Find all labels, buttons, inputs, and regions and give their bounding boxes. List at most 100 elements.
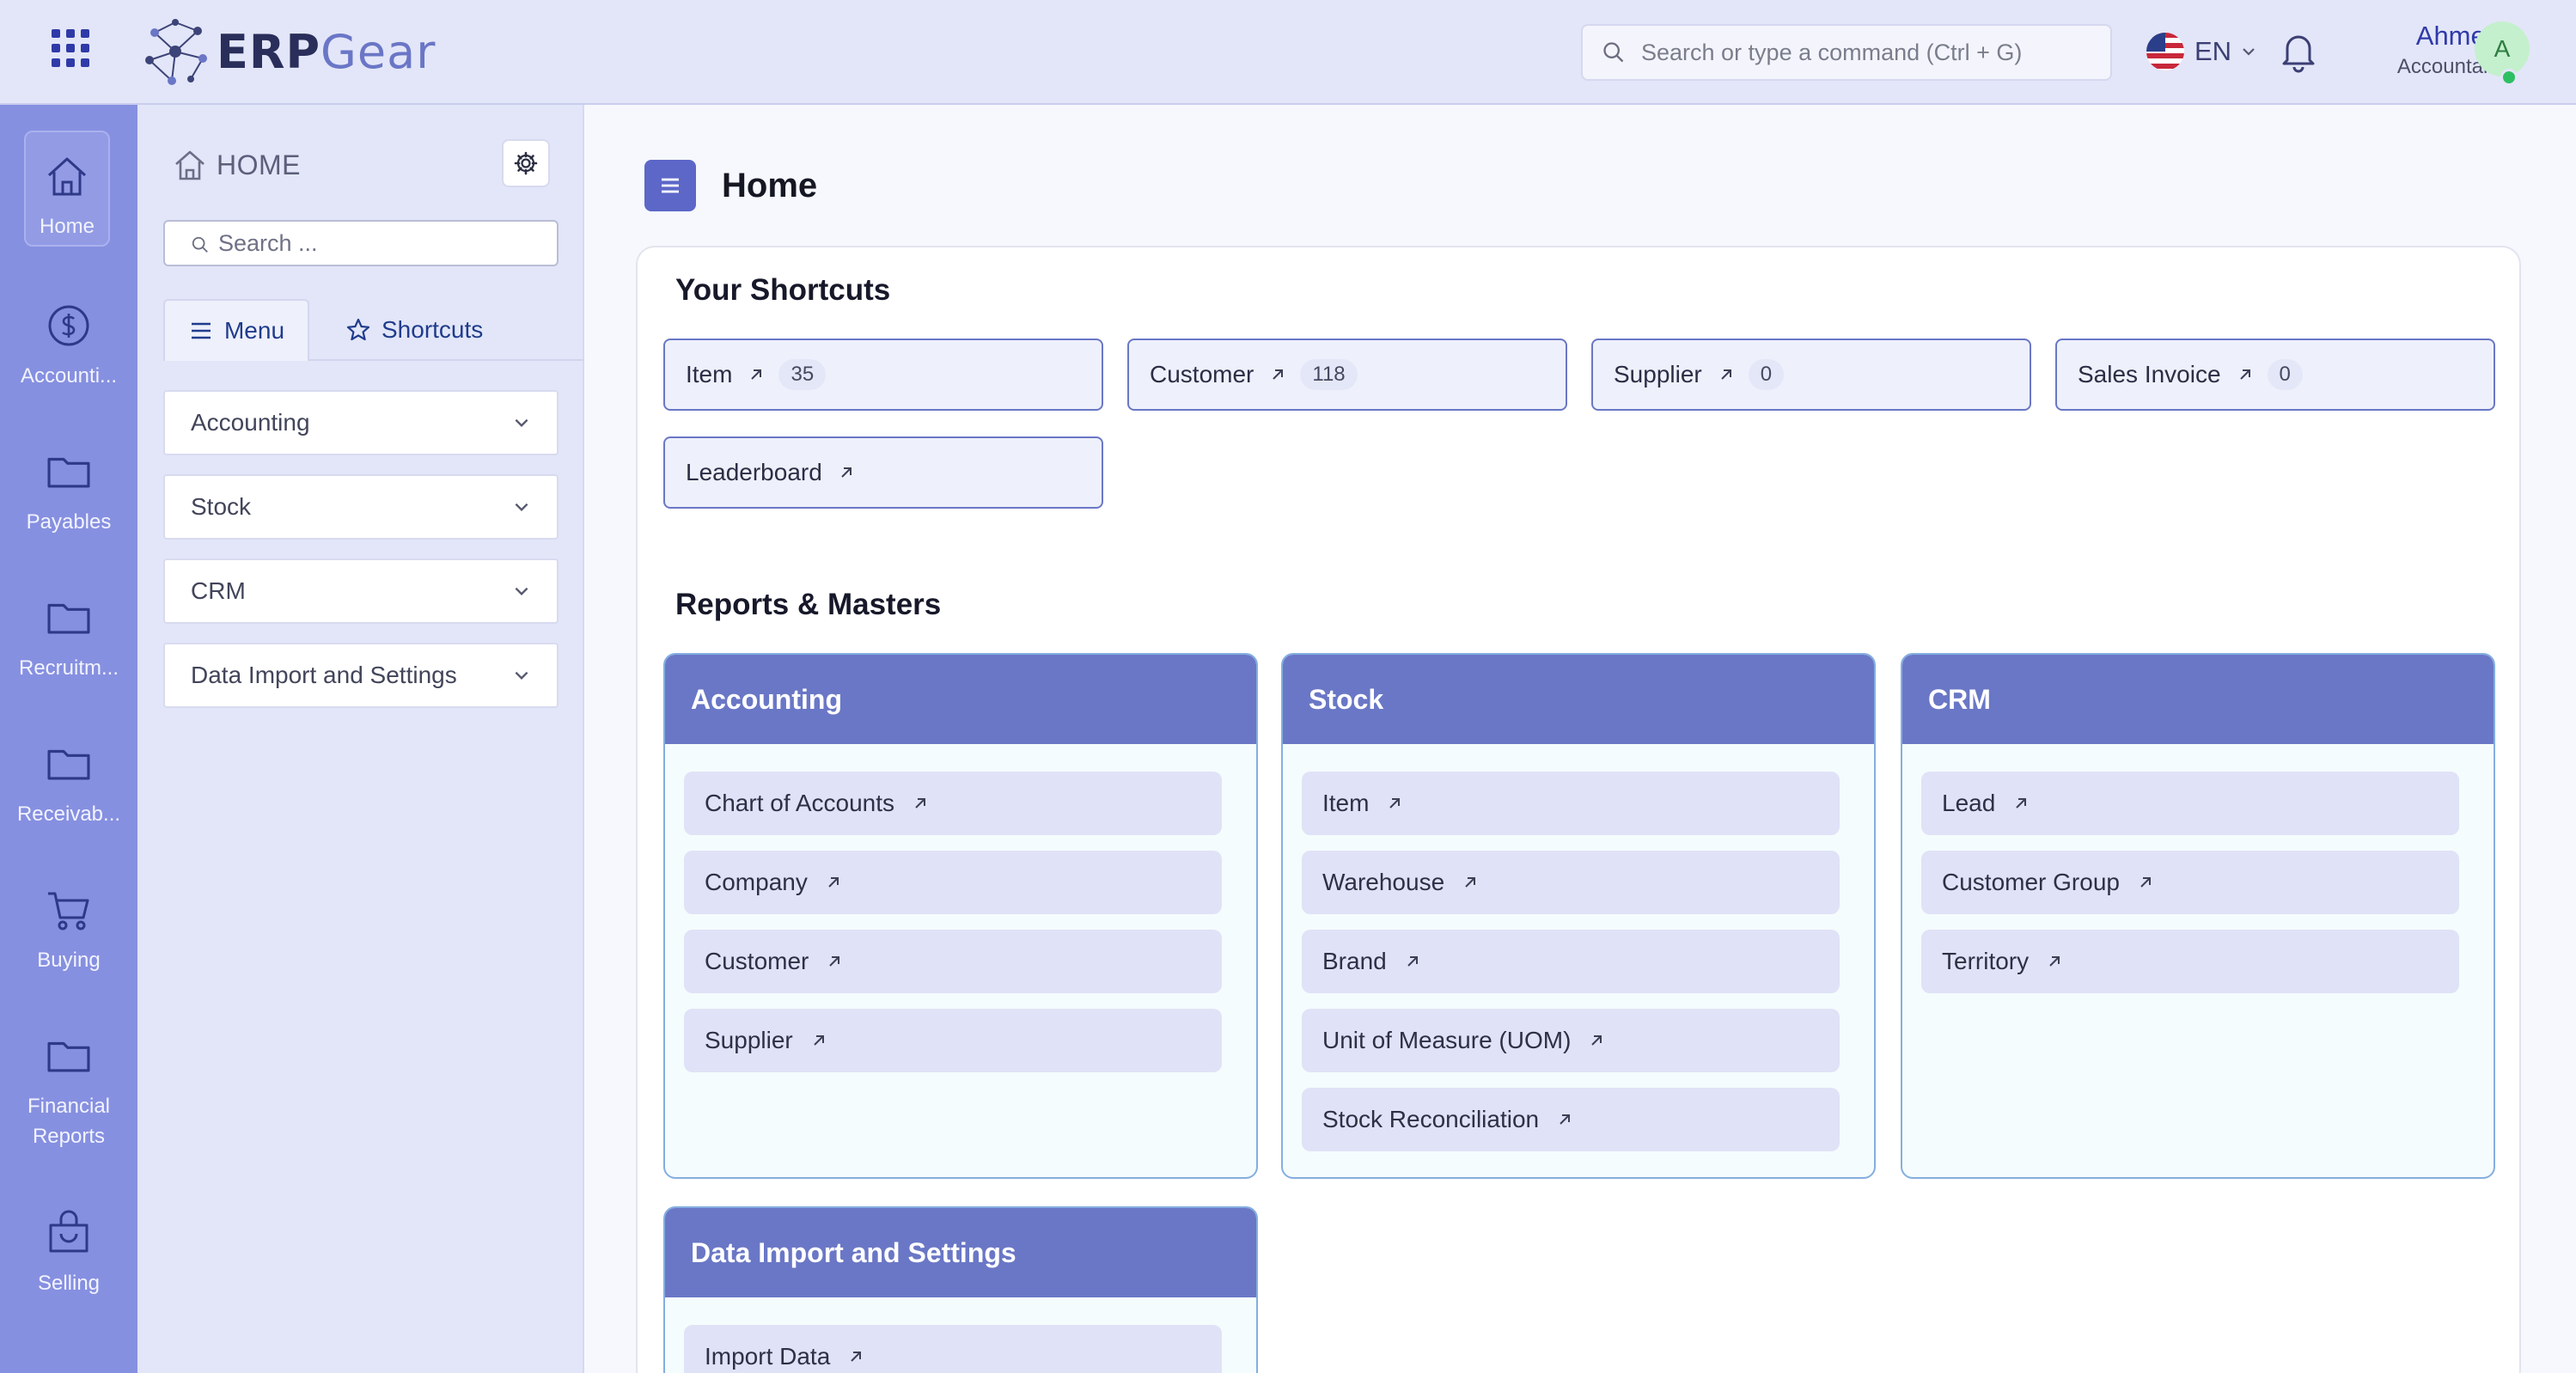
rail-item-buying[interactable]: Buying <box>0 885 137 975</box>
link-label: Territory <box>1942 948 2030 974</box>
rail-item-financial-reports[interactable]: Financial Reports <box>0 1031 137 1151</box>
link-stock-reconciliation[interactable]: Stock Reconciliation <box>1302 1088 1840 1151</box>
chevron-down-icon <box>512 497 531 516</box>
external-arrow-icon <box>2237 366 2254 383</box>
group-title: Stock <box>1283 655 1874 744</box>
reports-title: Reports & Masters <box>675 588 942 621</box>
cart-icon <box>48 892 89 931</box>
group-title: Accounting <box>665 655 1256 744</box>
language-code: EN <box>2194 36 2232 66</box>
link-item[interactable]: Item <box>1302 772 1840 835</box>
shortcut-label: Item <box>686 361 733 387</box>
chevron-down-icon <box>512 582 531 601</box>
rail-item-receivables[interactable]: Receivab... <box>0 739 137 829</box>
link-label: Customer <box>705 948 809 974</box>
link-lead[interactable]: Lead <box>1921 772 2459 835</box>
rail-item-selling[interactable]: Selling <box>0 1208 137 1298</box>
rail-item-label: Buying <box>37 949 101 972</box>
hamburger-icon <box>191 322 211 339</box>
link-import-data[interactable]: Import Data <box>684 1325 1222 1373</box>
side-panel: HOME Menu Shortcuts Accounting Stock <box>137 105 584 1373</box>
shortcut-count: 0 <box>1748 359 1785 390</box>
shortcut-label: Sales Invoice <box>2078 361 2221 387</box>
shortcuts-title: Your Shortcuts <box>675 273 891 307</box>
top-bar: ERPGear EN Ahmed Accountant A <box>0 0 2576 105</box>
external-arrow-icon <box>826 953 843 970</box>
link-warehouse[interactable]: Warehouse <box>1302 851 1840 914</box>
link-label: Chart of Accounts <box>705 790 895 816</box>
panel-search-input[interactable] <box>218 229 545 257</box>
shortcut-label: Customer <box>1150 361 1254 387</box>
home-icon <box>175 150 204 180</box>
rail-item-label: Selling <box>37 1272 101 1295</box>
toggle-sidebar-button[interactable] <box>644 160 696 211</box>
page-title: Home <box>722 166 818 204</box>
external-arrow-icon <box>1556 1111 1573 1128</box>
tab-menu[interactable]: Menu <box>163 299 309 361</box>
shortcut-sales-invoice[interactable]: Sales Invoice 0 <box>2055 339 2495 411</box>
accordion-label: Accounting <box>191 409 310 436</box>
external-arrow-icon <box>1462 874 1479 891</box>
star-icon <box>346 318 370 341</box>
rail-item-accounting[interactable]: Accounti... <box>0 301 137 391</box>
panel-settings-button[interactable] <box>502 139 550 187</box>
tab-shortcuts-label: Shortcuts <box>382 316 484 343</box>
logo-text-primary: ERP <box>217 24 321 79</box>
external-arrow-icon <box>1404 953 1421 970</box>
accordion-accounting[interactable]: Accounting <box>163 390 559 455</box>
global-search-input[interactable] <box>1641 39 2105 66</box>
accordion-stock[interactable]: Stock <box>163 474 559 540</box>
link-company[interactable]: Company <box>684 851 1222 914</box>
app-logo[interactable]: ERPGear <box>137 15 436 88</box>
page-header: Home <box>644 160 817 211</box>
rail-item-label: Recruitm... <box>18 656 119 680</box>
apps-grid-icon[interactable] <box>52 29 89 67</box>
shortcut-leaderboard[interactable]: Leaderboard <box>663 436 1103 509</box>
logo-text-secondary: Gear <box>320 24 436 79</box>
rail-item-label: Receivab... <box>16 802 121 826</box>
home-card: Your Shortcuts Item 35 Customer 118 Supp… <box>636 246 2521 1373</box>
shortcut-count: 35 <box>778 359 827 390</box>
link-brand[interactable]: Brand <box>1302 930 1840 993</box>
external-arrow-icon <box>825 874 842 891</box>
external-arrow-icon <box>847 1348 864 1365</box>
link-customer[interactable]: Customer <box>684 930 1222 993</box>
chevron-down-icon <box>512 413 531 432</box>
group-stock: Stock Item Warehouse Brand Unit of Measu… <box>1281 653 1876 1179</box>
link-supplier[interactable]: Supplier <box>684 1009 1222 1072</box>
group-data-import-settings: Data Import and Settings Import Data <box>663 1206 1258 1373</box>
rail-item-payables[interactable]: Payables <box>0 447 137 537</box>
shortcut-item[interactable]: Item 35 <box>663 339 1103 411</box>
accordion-label: Stock <box>191 493 252 520</box>
avatar[interactable]: A <box>2475 21 2530 76</box>
hamburger-icon <box>662 178 679 193</box>
accordion-crm[interactable]: CRM <box>163 558 559 624</box>
shortcut-label: Supplier <box>1614 361 1702 387</box>
accordion-data-import-settings[interactable]: Data Import and Settings <box>163 643 559 708</box>
notification-bell-icon[interactable] <box>2277 27 2320 74</box>
shortcut-label: Leaderboard <box>686 459 822 485</box>
shortcut-supplier[interactable]: Supplier 0 <box>1591 339 2031 411</box>
link-customer-group[interactable]: Customer Group <box>1921 851 2459 914</box>
group-title: CRM <box>1902 655 2494 744</box>
global-search[interactable] <box>1581 24 2112 81</box>
link-label: Import Data <box>705 1343 831 1370</box>
link-chart-of-accounts[interactable]: Chart of Accounts <box>684 772 1222 835</box>
link-label: Item <box>1322 790 1370 816</box>
tab-shortcuts[interactable]: Shortcuts <box>345 299 483 361</box>
rail-item-home[interactable]: Home <box>24 131 110 247</box>
chevron-down-icon <box>2240 43 2257 60</box>
panel-title: HOME <box>172 146 301 184</box>
link-label: Lead <box>1942 790 1996 816</box>
folder-icon <box>44 1031 94 1081</box>
link-label: Warehouse <box>1322 869 1445 895</box>
link-label: Customer Group <box>1942 869 2120 895</box>
language-selector[interactable]: EN <box>2146 31 2257 72</box>
link-unit-of-measure[interactable]: Unit of Measure (UOM) <box>1302 1009 1840 1072</box>
panel-title-text: HOME <box>217 149 301 180</box>
shortcut-customer[interactable]: Customer 118 <box>1127 339 1567 411</box>
rail-item-recruitment[interactable]: Recruitm... <box>0 593 137 683</box>
panel-search[interactable] <box>163 220 559 266</box>
link-territory[interactable]: Territory <box>1921 930 2459 993</box>
panel-tabs: Menu Shortcuts <box>163 299 584 361</box>
